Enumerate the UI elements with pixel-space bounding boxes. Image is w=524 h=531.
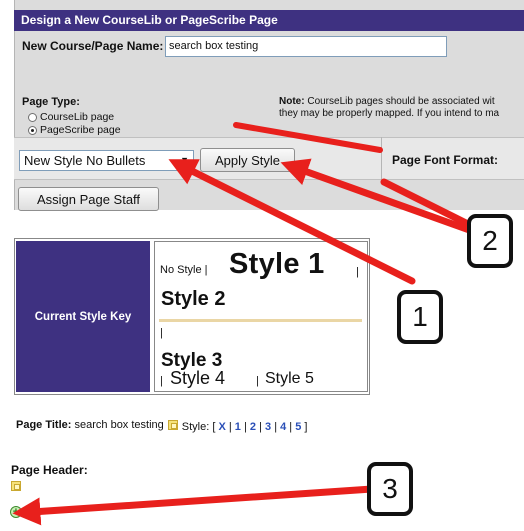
arrow-segment-upper xyxy=(233,122,383,153)
callout-1: 1 xyxy=(397,290,443,344)
annotation-arrows xyxy=(12,122,476,526)
arrow-to-apply-button xyxy=(280,158,476,235)
callout-3: 3 xyxy=(367,462,413,516)
arrow-to-style-select xyxy=(168,159,416,285)
arrow-to-add-icon xyxy=(12,485,376,526)
callout-2: 2 xyxy=(467,214,513,268)
